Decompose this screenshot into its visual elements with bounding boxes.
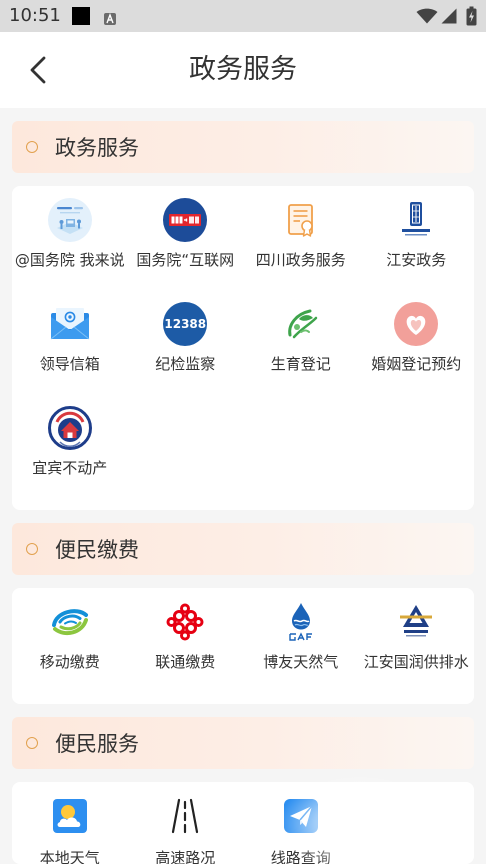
- service-item-local-weather[interactable]: 本地天气: [12, 782, 128, 864]
- service-item-label: 移动缴费: [39, 653, 100, 671]
- section-title: 便民缴费: [55, 538, 139, 562]
- signal-icon: [441, 8, 457, 24]
- mail-envelope-icon: [48, 302, 92, 346]
- service-item-sichuan-gov-services[interactable]: 四川政务服务: [243, 186, 359, 290]
- status-bar: 10:51: [0, 0, 486, 32]
- highway-road-icon: [163, 794, 207, 838]
- real-estate-seal-icon: [47, 406, 92, 450]
- service-item-gov-council-voice[interactable]: @国务院 我来说: [12, 186, 128, 290]
- service-item-label: @国务院 我来说: [14, 251, 125, 269]
- utility-payments-grid: 移动缴费 联通缴费 博友天然气 江安国润供排水: [12, 588, 474, 704]
- service-item-label: 高速路况: [155, 849, 216, 864]
- section-title: 便民服务: [55, 732, 139, 756]
- battery-charging-icon: [466, 6, 477, 26]
- wifi-icon: [416, 8, 438, 24]
- service-item-label: 博友天然气: [263, 653, 339, 671]
- service-item-discipline-inspection[interactable]: 12388 纪检监察: [128, 290, 244, 394]
- gas-flame-logo-icon: [279, 600, 323, 644]
- service-item-label: 联通缴费: [155, 653, 216, 671]
- service-item-jiangan-water[interactable]: 江安国润供排水: [359, 588, 475, 692]
- green-leaf-logo-icon: [279, 302, 323, 346]
- hotline-number: 12388: [164, 317, 207, 331]
- service-item-highway-conditions[interactable]: 高速路况: [128, 782, 244, 864]
- section-header-utility-payments: 便民缴费: [12, 523, 474, 575]
- service-item-jiangan-gov[interactable]: 江安政务: [359, 186, 475, 290]
- notification-icon: [72, 7, 90, 25]
- service-item-label: 江安国润供排水: [363, 653, 469, 671]
- back-button[interactable]: [24, 54, 52, 86]
- internet-supervision-logo-icon: [163, 198, 208, 242]
- service-item-unicom-payment[interactable]: 联通缴费: [128, 588, 244, 692]
- service-item-label: 婚姻登记预约: [371, 355, 462, 373]
- certificate-document-icon: [279, 198, 323, 242]
- service-item-label: 领导信箱: [39, 355, 100, 373]
- service-item-label: 线路查询: [270, 849, 331, 864]
- section-header-convenience-services: 便民服务: [12, 717, 474, 769]
- water-company-logo-icon: [394, 600, 438, 644]
- jiangan-gov-emblem-icon: [394, 198, 438, 242]
- chevron-left-icon: [30, 56, 46, 84]
- circle-bullet-icon: [26, 141, 38, 153]
- paper-plane-icon: [279, 794, 323, 838]
- heart-icon: [394, 302, 439, 346]
- weather-icon: [48, 794, 92, 838]
- china-unicom-logo-icon: [163, 600, 207, 644]
- service-item-label: 国务院“互联网: [136, 251, 235, 269]
- gov-services-grid: @国务院 我来说 国务院“互联网 四川政务服务 江安政务 领导信箱 12388 …: [12, 186, 474, 510]
- service-item-label: 宜宾不动产: [32, 459, 108, 477]
- service-item-boyou-gas[interactable]: 博友天然气: [243, 588, 359, 692]
- service-item-label: 四川政务服务: [255, 251, 346, 269]
- service-item-internet-supervision[interactable]: 国务院“互联网: [128, 186, 244, 290]
- service-item-label: 江安政务: [386, 251, 447, 269]
- circle-bullet-icon: [26, 737, 38, 749]
- service-item-label: 生育登记: [270, 355, 331, 373]
- service-item-leader-mailbox[interactable]: 领导信箱: [12, 290, 128, 394]
- section-header-gov-services: 政务服务: [12, 121, 474, 173]
- service-item-label: 本地天气: [39, 849, 100, 864]
- gov-illustration-icon: [47, 198, 92, 242]
- status-time: 10:51: [9, 5, 61, 26]
- section-title: 政务服务: [55, 136, 139, 160]
- service-item-marriage-appointment[interactable]: 婚姻登记预约: [359, 290, 475, 394]
- hotline-12388-icon: 12388: [163, 302, 208, 346]
- service-item-label: 纪检监察: [155, 355, 216, 373]
- service-item-birth-registration[interactable]: 生育登记: [243, 290, 359, 394]
- service-item-mobile-payment[interactable]: 移动缴费: [12, 588, 128, 692]
- service-item-route-query[interactable]: 线路查询: [243, 782, 359, 864]
- a-badge-icon: [104, 10, 116, 25]
- page-title: 政务服务: [189, 54, 297, 85]
- service-item-yibin-real-estate[interactable]: 宜宾不动产: [12, 394, 128, 498]
- circle-bullet-icon: [26, 543, 38, 555]
- china-mobile-logo-icon: [48, 600, 92, 644]
- convenience-services-grid: 本地天气 高速路况 线路查询: [12, 782, 474, 864]
- app-header: 政务服务: [0, 32, 486, 108]
- content-scroll-area[interactable]: 政务服务 @国务院 我来说 国务院“互联网 四川政务服务 江安政务 领导信箱 1…: [0, 108, 486, 864]
